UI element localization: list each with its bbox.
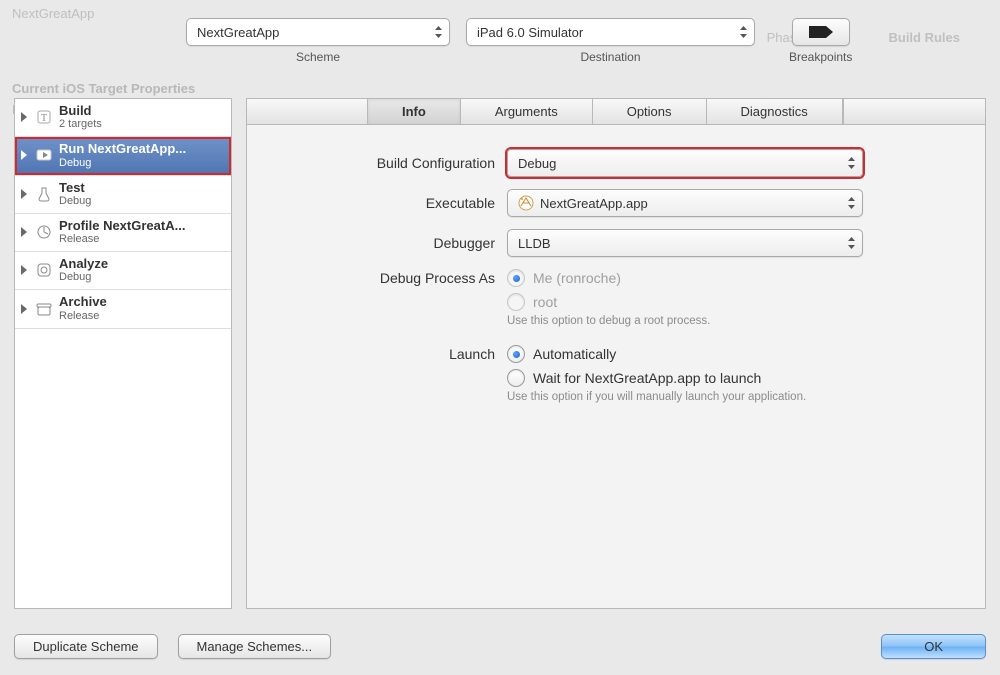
destination-selector[interactable]: iPad 6.0 Simulator (466, 18, 755, 46)
svg-text:T: T (41, 113, 47, 124)
tab-diagnostics[interactable]: Diagnostics (707, 99, 843, 124)
sidebar-item-build[interactable]: T Build2 targets (15, 99, 231, 137)
archive-icon (35, 300, 53, 318)
updown-icon (739, 25, 748, 39)
sidebar: T Build2 targets Run NextGreatApp...Debu… (14, 98, 232, 609)
row-executable: Executable NextGreatApp.app (275, 189, 957, 217)
radio-auto[interactable]: Automatically (507, 345, 806, 363)
updown-icon (434, 25, 443, 39)
scheme-selector-group: NextGreatApp Scheme (186, 18, 450, 64)
sidebar-item-analyze[interactable]: AnalyzeDebug (15, 252, 231, 290)
debugger-select[interactable]: LLDB (507, 229, 863, 257)
breakpoints-button[interactable] (792, 18, 850, 46)
radio-me[interactable]: Me (ronroche) (507, 269, 710, 287)
radio-icon (507, 369, 525, 387)
disclosure-icon (21, 112, 27, 122)
destination-caption: Destination (580, 50, 640, 64)
analyze-icon (35, 261, 53, 279)
ok-button[interactable]: OK (881, 634, 986, 659)
tab-options[interactable]: Options (593, 99, 707, 124)
row-launch: Launch Automatically Wait for NextGreatA… (275, 345, 957, 403)
tab-arguments[interactable]: Arguments (461, 99, 593, 124)
profile-icon (35, 223, 53, 241)
launch-radio-group: Automatically Wait for NextGreatApp.app … (507, 345, 806, 403)
debug-process-label: Debug Process As (275, 269, 495, 286)
row-debug-process: Debug Process As Me (ronroche) root Use … (275, 269, 957, 327)
run-icon (35, 146, 53, 164)
row-debugger: Debugger LLDB (275, 229, 957, 257)
updown-icon (847, 236, 856, 250)
radio-icon (507, 345, 525, 363)
radio-wait[interactable]: Wait for NextGreatApp.app to launch (507, 369, 806, 387)
bottom-bar: Duplicate Scheme Manage Schemes... OK (14, 634, 986, 659)
info-form: Build Configuration Debug Executable Nex… (247, 125, 985, 427)
content-panel: Info Arguments Options Diagnostics Build… (246, 98, 986, 609)
tab-bar: Info Arguments Options Diagnostics (247, 99, 985, 125)
sidebar-item-run[interactable]: Run NextGreatApp...Debug (15, 137, 231, 175)
destination-selector-group: iPad 6.0 Simulator Destination (466, 18, 755, 64)
destination-value: iPad 6.0 Simulator (477, 25, 583, 40)
updown-icon (847, 156, 856, 170)
breakpoint-tag-icon (808, 25, 834, 39)
breakpoints-group: Breakpoints (789, 18, 852, 64)
radio-icon (507, 293, 525, 311)
disclosure-icon (21, 265, 27, 275)
build-icon: T (35, 108, 53, 126)
disclosure-icon (21, 304, 27, 314)
disclosure-icon (21, 150, 27, 160)
row-build-configuration: Build Configuration Debug (275, 149, 957, 177)
breakpoints-caption: Breakpoints (789, 50, 852, 64)
launch-label: Launch (275, 345, 495, 362)
build-configuration-label: Build Configuration (275, 155, 495, 171)
debug-process-radio-group: Me (ronroche) root Use this option to de… (507, 269, 710, 327)
tab-info[interactable]: Info (368, 99, 461, 124)
manage-schemes-button[interactable]: Manage Schemes... (178, 634, 332, 659)
app-icon (518, 195, 534, 211)
disclosure-icon (21, 189, 27, 199)
scheme-caption: Scheme (296, 50, 340, 64)
duplicate-scheme-button[interactable]: Duplicate Scheme (14, 634, 158, 659)
sidebar-item-profile[interactable]: Profile NextGreatA...Release (15, 214, 231, 252)
scheme-value: NextGreatApp (197, 25, 279, 40)
radio-root[interactable]: root (507, 293, 710, 311)
debugger-label: Debugger (275, 235, 495, 251)
executable-select[interactable]: NextGreatApp.app (507, 189, 863, 217)
scheme-selector[interactable]: NextGreatApp (186, 18, 450, 46)
disclosure-icon (21, 227, 27, 237)
wait-hint: Use this option if you will manually lau… (507, 391, 806, 403)
root-hint: Use this option to debug a root process. (507, 315, 710, 327)
sidebar-item-test[interactable]: TestDebug (15, 176, 231, 214)
build-configuration-select[interactable]: Debug (507, 149, 863, 177)
sidebar-item-archive[interactable]: ArchiveRelease (15, 290, 231, 328)
main-panel: T Build2 targets Run NextGreatApp...Debu… (14, 98, 986, 609)
test-icon (35, 185, 53, 203)
radio-icon (507, 269, 525, 287)
toolbar: NextGreatApp Scheme iPad 6.0 Simulator D… (0, 18, 1000, 64)
executable-label: Executable (275, 195, 495, 211)
updown-icon (847, 196, 856, 210)
